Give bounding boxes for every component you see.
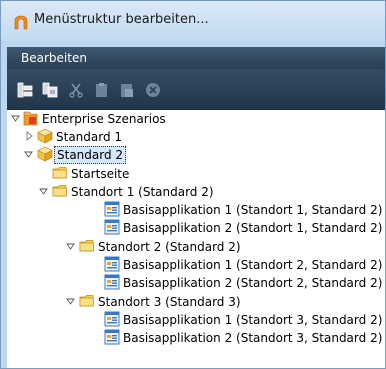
menu-bar: Bearbeiten bbox=[7, 47, 385, 69]
tree-node-label: Startseite bbox=[71, 167, 130, 181]
application-icon bbox=[104, 201, 120, 217]
application-icon bbox=[104, 274, 120, 290]
title-bar[interactable]: Menüstruktur bearbeiten... bbox=[1, 1, 385, 41]
standard-cube-icon bbox=[37, 146, 53, 162]
collapse-arrow-icon[interactable] bbox=[11, 112, 21, 124]
tree-node-label: Standort 1 (Standard 2) bbox=[71, 185, 214, 199]
dialog-window: Menüstruktur bearbeiten... Bearbeiten En… bbox=[0, 0, 386, 369]
folder-icon bbox=[79, 295, 94, 307]
expand-arrow-icon[interactable] bbox=[24, 130, 34, 142]
tree-node-label: Basisapplikation 2 (Standort 3, Standard… bbox=[123, 331, 383, 345]
collapse-arrow-icon[interactable] bbox=[66, 295, 76, 307]
folder-icon bbox=[52, 185, 67, 197]
standard-cube-icon bbox=[37, 128, 53, 144]
paste-icon[interactable] bbox=[94, 82, 110, 98]
tree-node-label: Standort 3 (Standard 3) bbox=[98, 295, 241, 309]
app-icon bbox=[14, 15, 28, 30]
menu-bearbeiten[interactable]: Bearbeiten bbox=[21, 51, 87, 65]
tree-node-label: Basisapplikation 1 (Standort 1, Standard… bbox=[123, 203, 383, 217]
tree-node-label: Standard 1 bbox=[56, 130, 123, 144]
tree-node-label: Standort 2 (Standard 2) bbox=[98, 240, 241, 254]
folder-icon bbox=[52, 167, 67, 179]
menu-tree[interactable]: Enterprise Szenarios Standard 1 Standard… bbox=[7, 110, 385, 368]
tree-node-label: Enterprise Szenarios bbox=[42, 112, 166, 126]
tree-node-label: Basisapplikation 1 (Standort 2, Standard… bbox=[123, 258, 383, 272]
tree-node-label: Basisapplikation 2 (Standort 2, Standard… bbox=[123, 276, 383, 290]
cut-icon[interactable] bbox=[68, 82, 84, 98]
copy-node-icon[interactable] bbox=[42, 82, 58, 98]
collapse-arrow-icon[interactable] bbox=[39, 185, 49, 197]
paste-into-icon[interactable] bbox=[119, 82, 135, 98]
collapse-arrow-icon[interactable] bbox=[66, 240, 76, 252]
application-icon bbox=[104, 329, 120, 345]
folder-icon bbox=[79, 240, 94, 252]
application-icon bbox=[104, 311, 120, 327]
application-icon bbox=[104, 219, 120, 235]
tree-node-label: Basisapplikation 1 (Standort 3, Standard… bbox=[123, 313, 383, 327]
collapse-arrow-icon[interactable] bbox=[24, 148, 34, 160]
window-title: Menüstruktur bearbeiten... bbox=[34, 12, 209, 27]
add-child-node-icon[interactable] bbox=[17, 82, 33, 98]
delete-icon[interactable] bbox=[145, 82, 161, 98]
tree-node-label: Basisapplikation 2 (Standort 1, Standard… bbox=[123, 221, 383, 235]
enterprise-root-icon bbox=[23, 111, 38, 126]
application-icon bbox=[104, 256, 120, 272]
toolbar bbox=[7, 69, 385, 110]
tree-node-label-selected: Standard 2 bbox=[54, 146, 127, 164]
